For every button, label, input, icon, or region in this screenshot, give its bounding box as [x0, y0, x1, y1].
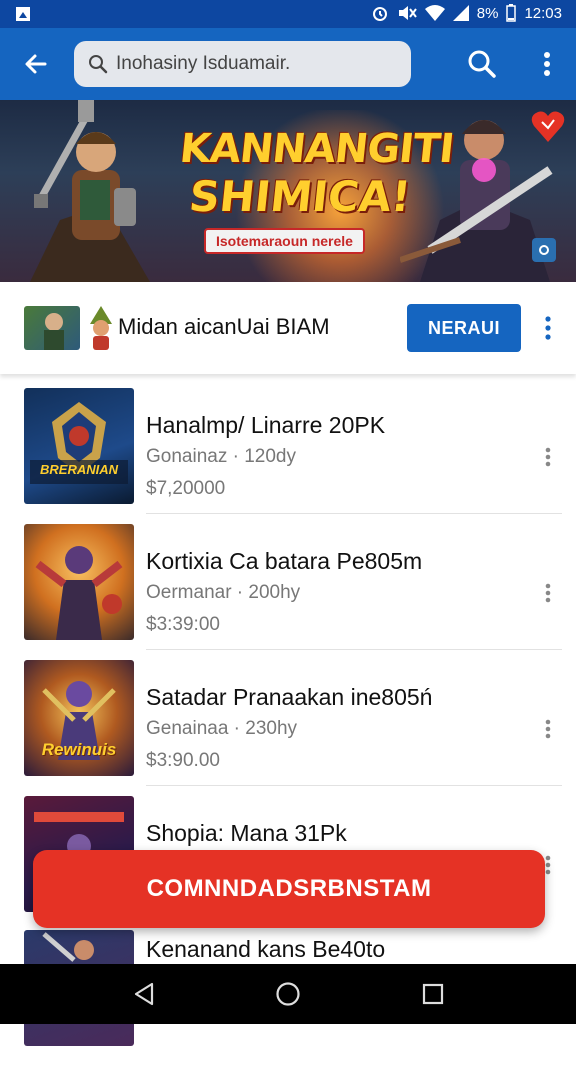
more-vert-icon	[544, 52, 550, 76]
primary-action-button[interactable]: COMNNDADSRBNSTAM	[33, 850, 545, 928]
item-name: Hanalmp/ Linarre 20PK	[146, 412, 386, 438]
item-meta: Genainaa · 230hy	[146, 718, 298, 739]
item-artwork-emblem	[30, 402, 128, 484]
item-artwork	[24, 524, 134, 640]
nav-back-icon	[134, 982, 154, 1006]
more-vert-icon	[545, 855, 551, 875]
more-vert-icon	[545, 583, 551, 603]
banner-title-line1: KANNANGITI	[177, 126, 456, 172]
banner-tagline: Isotemaraoun nerele	[204, 228, 365, 254]
list-divider	[146, 513, 562, 514]
search-input[interactable]: Inohasiny Isduamair.	[74, 41, 411, 87]
item-price: $3:39:00	[146, 614, 220, 635]
alarm-icon	[372, 7, 387, 21]
promo-label: Midan aicanUai BIAM	[118, 314, 330, 339]
nav-back-button[interactable]	[122, 976, 166, 1012]
wifi-icon	[424, 5, 445, 21]
overflow-menu-button[interactable]	[532, 42, 562, 86]
mute-icon	[398, 6, 417, 20]
promo-cta-button[interactable]: NERAUI	[407, 304, 521, 352]
item-price: $3:90.00	[146, 750, 220, 771]
item-meta: Oermanar · 200hy	[146, 582, 301, 603]
item-name: Kortixia Ca batara Pe805m	[146, 548, 423, 574]
more-vert-icon	[545, 719, 551, 739]
promo-more-button[interactable]	[538, 310, 558, 346]
item-artwork-title: BRERANIAN	[40, 462, 118, 477]
status-bar: 8% 12:03	[0, 0, 576, 28]
list-divider	[146, 649, 562, 650]
item-artwork-hero	[35, 546, 123, 640]
favorite-badge-icon[interactable]	[530, 108, 566, 144]
item-artwork-title: Rewinuis	[41, 740, 117, 759]
more-vert-icon	[545, 316, 551, 340]
list-item[interactable]: BRERANIAN Hanalmp/ Linarre 20PK Gonainaz…	[0, 388, 576, 524]
nav-recents-button[interactable]	[411, 976, 455, 1012]
list-divider	[146, 785, 562, 786]
search-icon	[468, 50, 496, 78]
signal-icon	[452, 5, 469, 21]
search-query: Inohasiny Isduamair.	[116, 53, 291, 74]
more-vert-icon	[545, 447, 551, 467]
banner-settings-button[interactable]	[532, 238, 556, 262]
nav-recents-icon	[422, 983, 444, 1005]
list-item[interactable]: Kortixia Ca batara Pe805m Oermanar · 200…	[0, 524, 576, 660]
back-arrow-icon	[25, 54, 47, 74]
item-name: Shopia: Mana 31Pk	[146, 820, 347, 846]
featured-promo-row: Midan aicanUai BIAM NERAUI	[0, 282, 576, 374]
promo-thumbnail-art	[44, 313, 64, 350]
nav-home-button[interactable]	[266, 976, 310, 1012]
battery-icon	[506, 4, 517, 22]
item-artwork: Rewinuis	[24, 660, 134, 776]
back-button[interactable]	[14, 42, 58, 86]
gear-icon	[539, 245, 549, 255]
item-more-button[interactable]	[538, 578, 558, 608]
item-artwork: BRERANIAN	[24, 388, 134, 504]
promo-banner[interactable]: KANNANGITI SHIMICA! Isotemaraoun nerele	[0, 100, 576, 282]
nav-home-icon	[276, 982, 300, 1006]
item-price: $7,20000	[146, 478, 226, 499]
list-item[interactable]: Rewinuis Satadar Pranaakan ine805ń Genai…	[0, 660, 576, 796]
item-name: Satadar Pranaakan ine805ń	[146, 684, 433, 710]
system-nav-bar	[0, 964, 576, 1024]
search-field-icon	[89, 55, 108, 74]
promo-thumbnail	[24, 306, 80, 350]
item-more-button[interactable]	[538, 714, 558, 744]
search-button[interactable]	[460, 42, 504, 86]
item-name: Kenanand kans Be40to	[146, 936, 386, 962]
banner-title-line2: SHIMICA!	[186, 172, 414, 221]
clock: 12:03	[524, 4, 562, 22]
battery-level: 8%	[476, 4, 499, 22]
item-meta: Gonainaz · 120dy	[146, 446, 296, 467]
notification-icon	[16, 7, 30, 21]
mascot-icon	[90, 306, 112, 350]
hero-warrior-left-art	[30, 100, 150, 282]
app-bar: Inohasiny Isduamair.	[0, 28, 576, 100]
item-more-button[interactable]	[538, 442, 558, 472]
